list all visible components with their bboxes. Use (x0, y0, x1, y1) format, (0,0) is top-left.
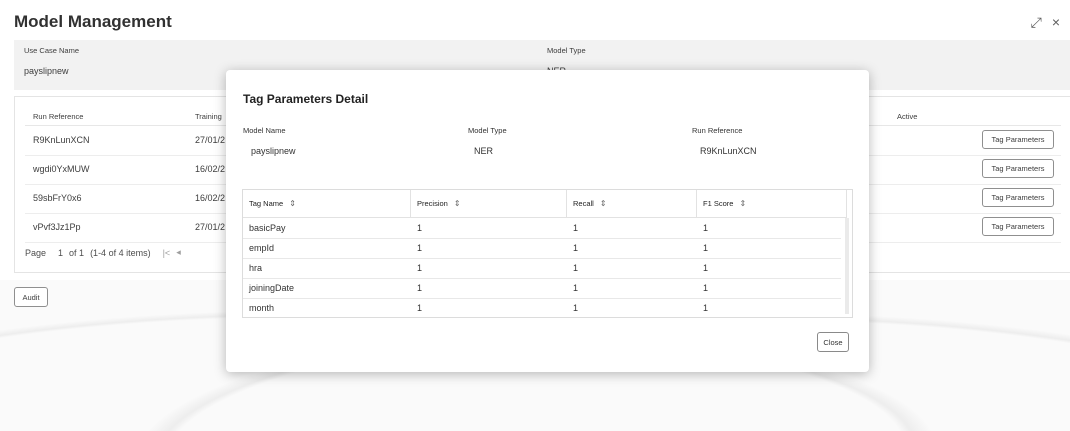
col-f1-score[interactable]: F1 Score ⇕ (697, 190, 847, 218)
close-button[interactable]: Close (817, 332, 849, 352)
f1-score: 1 (703, 303, 709, 313)
col-recall[interactable]: Recall ⇕ (567, 190, 697, 218)
recall: 1 (573, 223, 579, 233)
tag-parameters-table: Tag Name ⇕ Precision ⇕ Recall ⇕ F1 Score… (242, 189, 853, 318)
table-row: empId 1 1 1 (243, 238, 841, 259)
tag-name: month (249, 303, 275, 313)
precision: 1 (417, 303, 423, 313)
col-recall-label: Recall (573, 199, 594, 208)
tag-parameters-modal: Tag Parameters Detail Model Name payslip… (226, 70, 869, 372)
modal-model-type-value: NER (474, 146, 494, 156)
recall: 1 (573, 283, 579, 293)
tag-name: empId (249, 243, 275, 253)
table-row: basicPay 1 1 1 (243, 218, 841, 239)
precision: 1 (417, 243, 423, 253)
sort-icon[interactable]: ⇕ (289, 199, 296, 208)
model-name-value: payslipnew (251, 146, 296, 156)
precision: 1 (417, 263, 423, 273)
table-row: hra 1 1 1 (243, 258, 841, 279)
f1-score: 1 (703, 223, 709, 233)
f1-score: 1 (703, 283, 709, 293)
col-f1-score-label: F1 Score (703, 199, 734, 208)
recall: 1 (573, 263, 579, 273)
table-row: month 1 1 1 (243, 298, 841, 317)
precision: 1 (417, 223, 423, 233)
run-reference-value: R9KnLunXCN (700, 146, 757, 156)
sort-icon[interactable]: ⇕ (739, 199, 746, 208)
modal-title: Tag Parameters Detail (243, 92, 369, 106)
f1-score: 1 (703, 243, 709, 253)
tag-name: basicPay (249, 223, 286, 233)
col-tag-name[interactable]: Tag Name ⇕ (243, 190, 411, 218)
tag-name: hra (249, 263, 263, 273)
table-scrollbar[interactable] (845, 218, 849, 314)
table-row: joiningDate 1 1 1 (243, 278, 841, 299)
run-reference-label: Run Reference (692, 126, 743, 135)
recall: 1 (573, 243, 579, 253)
model-name-label: Model Name (243, 126, 286, 135)
col-precision-label: Precision (417, 199, 448, 208)
modal-model-type-label: Model Type (468, 126, 507, 135)
sort-icon[interactable]: ⇕ (454, 199, 461, 208)
recall: 1 (573, 303, 579, 313)
col-tag-name-label: Tag Name (249, 199, 284, 208)
sort-icon[interactable]: ⇕ (600, 199, 607, 208)
col-precision[interactable]: Precision ⇕ (411, 190, 567, 218)
precision: 1 (417, 283, 423, 293)
tag-name: joiningDate (249, 283, 295, 293)
f1-score: 1 (703, 263, 709, 273)
